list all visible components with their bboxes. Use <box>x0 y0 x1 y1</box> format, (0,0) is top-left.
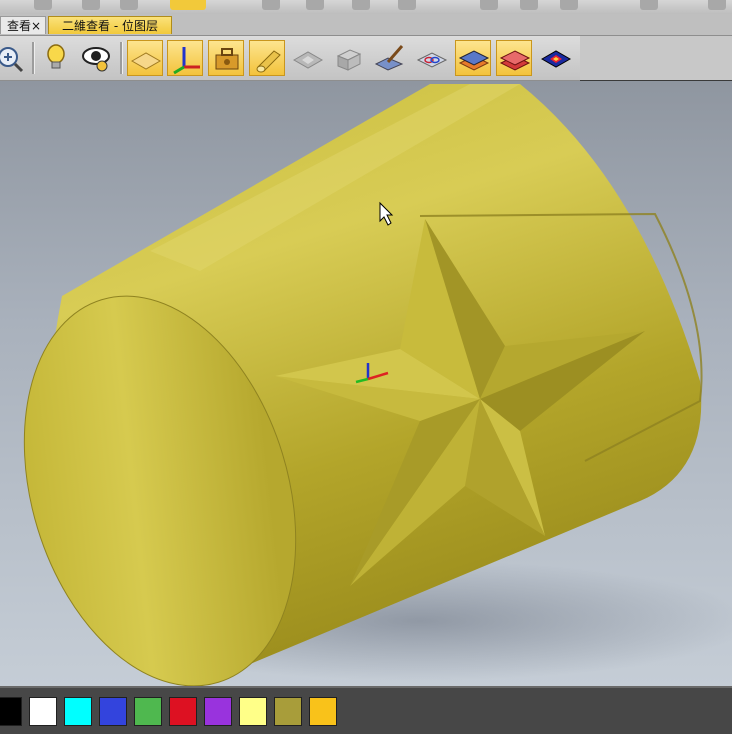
toolbar-button-cut[interactable] <box>520 0 538 10</box>
view-toolbar <box>0 36 580 81</box>
color-swatch-gold[interactable] <box>309 697 337 726</box>
relief-cube-grey-icon <box>336 49 362 71</box>
toolbar-button-cut[interactable] <box>352 0 370 10</box>
toolbar-empty-area <box>580 36 732 80</box>
lightbulb-icon <box>47 44 65 69</box>
toolbar-button-cut-active[interactable] <box>170 0 206 10</box>
paint-button[interactable] <box>372 40 408 76</box>
axes-icon <box>173 47 200 75</box>
color-swatch-green[interactable] <box>134 697 162 726</box>
toolbar-separator <box>120 42 123 74</box>
color-swatch-red[interactable] <box>169 697 197 726</box>
blend-layers-icon <box>416 52 448 68</box>
color-swatch-light-yellow[interactable] <box>239 697 267 726</box>
toolbar-button-cut[interactable] <box>640 0 658 10</box>
tab-3d-view[interactable]: 查看 × <box>0 16 46 34</box>
3d-viewport[interactable] <box>0 81 732 686</box>
color-swatch-purple[interactable] <box>204 697 232 726</box>
light-button[interactable] <box>38 40 74 76</box>
toolbar-button-cut[interactable] <box>398 0 416 10</box>
zoom-button[interactable] <box>0 40 28 76</box>
tab-label: 查看 <box>7 19 32 33</box>
relief-grey-icon <box>292 51 324 69</box>
layer-button-2[interactable] <box>496 40 532 76</box>
toolbar-separator <box>32 42 35 74</box>
cylinder-icon <box>256 50 281 73</box>
brush-icon <box>374 45 404 71</box>
layer-button-3[interactable] <box>538 40 574 76</box>
toolbar-button-cut[interactable] <box>82 0 100 10</box>
zoom-icon <box>0 47 24 73</box>
toolbar-button-cut[interactable] <box>262 0 280 10</box>
toolbar-button-cut[interactable] <box>708 0 726 10</box>
color-swatch-cyan[interactable] <box>64 697 92 726</box>
visibility-button[interactable] <box>78 40 114 76</box>
color-swatch-olive[interactable] <box>274 697 302 726</box>
3d-model-render <box>23 84 732 686</box>
toolbar-button-cut[interactable] <box>560 0 578 10</box>
toolbar-button-cut[interactable] <box>120 0 138 10</box>
color-swatch-white[interactable] <box>29 697 57 726</box>
toolbar-button-cut[interactable] <box>480 0 498 10</box>
toolbox-button[interactable] <box>208 40 244 76</box>
color-swatch-blue[interactable] <box>99 697 127 726</box>
layer-diamond-icon <box>540 50 572 68</box>
toolbar-button-cut[interactable] <box>34 0 52 10</box>
close-icon[interactable]: × <box>31 17 41 35</box>
toolbox-icon <box>215 48 239 70</box>
color-palette-bar <box>0 686 732 734</box>
plane-button[interactable] <box>127 40 163 76</box>
relief-button[interactable] <box>290 40 326 76</box>
cylinder-button[interactable] <box>249 40 285 76</box>
eye-icon <box>82 47 110 72</box>
relief-cube-button[interactable] <box>330 40 366 76</box>
layer-button-1[interactable] <box>455 40 491 76</box>
tab-label: 二維查看 - 位图层 <box>62 19 158 33</box>
toolbar-button-cut[interactable] <box>306 0 324 10</box>
axes-button[interactable] <box>167 40 203 76</box>
color-swatch-black[interactable] <box>0 697 22 726</box>
layer-red-icon <box>499 50 531 71</box>
plane-icon <box>130 52 162 70</box>
document-tab-bar: 查看 × 二維查看 - 位图层 <box>0 14 732 36</box>
blend-button[interactable] <box>414 40 450 76</box>
top-toolbar-strip <box>0 0 732 15</box>
layer-blue-orange-icon <box>458 50 490 71</box>
tab-2d-view-bitmap[interactable]: 二維查看 - 位图层 <box>48 16 172 34</box>
